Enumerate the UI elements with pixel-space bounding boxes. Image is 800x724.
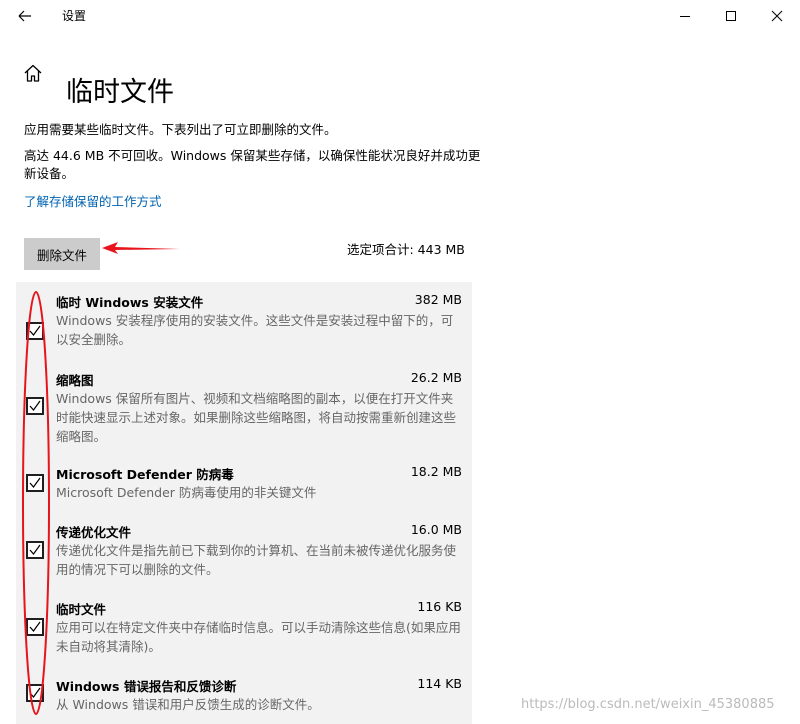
app-title: 设置 xyxy=(62,9,87,23)
minimize-button[interactable] xyxy=(662,0,708,32)
item-description: Microsoft Defender 防病毒使用的非关键文件 xyxy=(56,485,317,500)
item-size: 26.2 MB xyxy=(410,370,462,385)
close-icon xyxy=(771,10,783,22)
item-name: Windows 错误报告和反馈诊断 xyxy=(56,679,237,694)
annotation-arrow-icon xyxy=(102,242,180,254)
item-size: 382 MB xyxy=(414,292,462,307)
page-title: 临时文件 xyxy=(66,77,174,109)
back-arrow-icon xyxy=(18,10,31,22)
maximize-icon xyxy=(726,11,736,21)
annotation-oval xyxy=(22,291,50,715)
item-description: 应用可以在特定文件夹中存储临时信息。可以手动清除这些信息(如果应用未自动将其清除… xyxy=(56,620,461,654)
back-button[interactable] xyxy=(10,4,38,28)
item-size: 116 KB xyxy=(417,599,462,614)
watermark: https://blog.csdn.net/weixin_45380885 xyxy=(521,697,775,712)
delete-files-button[interactable]: 删除文件 xyxy=(24,238,100,270)
storage-reserve-text: 高达 44.6 MB 不可回收。Windows 保留某些存储，以确保性能状况良好… xyxy=(24,148,481,181)
item-description: 从 Windows 错误和用户反馈生成的诊断文件。 xyxy=(56,697,320,712)
close-button[interactable] xyxy=(754,0,800,32)
item-name: Microsoft Defender 防病毒 xyxy=(56,467,234,482)
home-icon xyxy=(24,64,42,82)
temp-files-list: 临时 Windows 安装文件 382 MB Windows 安装程序使用的安装… xyxy=(16,282,472,724)
item-description: 传递优化文件是指先前已下载到你的计算机、在当前未被传递优化服务使用的情况下可以删… xyxy=(56,543,457,577)
item-size: 114 KB xyxy=(417,676,462,691)
title-bar: 设置 xyxy=(0,0,800,32)
selected-total: 选定项合计: 443 MB xyxy=(347,242,465,257)
item-size: 16.0 MB xyxy=(410,522,462,537)
item-name: 临时文件 xyxy=(56,602,107,617)
home-button[interactable] xyxy=(22,62,44,84)
item-description: Windows 保留所有图片、视频和文档缩略图的副本，以便在打开文件夹时能快速显… xyxy=(56,391,457,444)
minimize-icon xyxy=(680,16,690,17)
item-size: 18.2 MB xyxy=(410,464,462,479)
learn-more-link[interactable]: 了解存储保留的工作方式 xyxy=(24,191,162,210)
item-description: Windows 安装程序使用的安装文件。这些文件是安装过程中留下的，可以安全删除… xyxy=(56,313,454,347)
item-name: 传递优化文件 xyxy=(56,525,132,540)
item-name: 临时 Windows 安装文件 xyxy=(56,295,204,310)
maximize-button[interactable] xyxy=(708,0,754,32)
description-text: 应用需要某些临时文件。下表列出了可立即删除的文件。 xyxy=(24,122,337,137)
item-name: 缩略图 xyxy=(56,373,94,388)
